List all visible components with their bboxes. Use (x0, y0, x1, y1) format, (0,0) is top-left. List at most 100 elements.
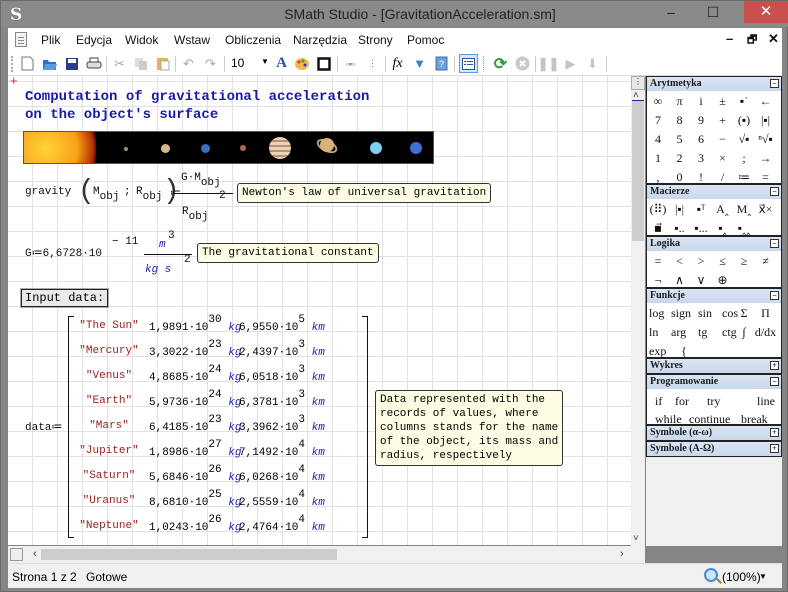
menu-narzedzia[interactable]: Narzędzia (293, 33, 347, 47)
object-radius[interactable]: 2,4764·104 km (239, 514, 325, 534)
data-variable[interactable]: data≔ (25, 420, 62, 434)
scroll-left-icon[interactable]: ‹ (33, 548, 37, 560)
align-horizontal-icon[interactable]: ▫▪▫ (342, 55, 359, 72)
panel-section-header[interactable]: Logika − (647, 237, 781, 251)
object-radius[interactable]: 6,3781·103 km (239, 389, 325, 409)
gravity-function-name[interactable]: gravity (25, 186, 71, 198)
panel-section-header[interactable]: Macierze − (647, 185, 781, 199)
collapse-icon[interactable]: − (770, 79, 779, 88)
close-button[interactable]: ✕ (744, 1, 788, 23)
play-icon[interactable]: ▶ (562, 55, 579, 72)
object-name[interactable]: "Uranus" (70, 495, 148, 507)
step-icon[interactable]: ⬇ (584, 55, 601, 72)
redo-icon[interactable]: ↷ (202, 55, 219, 72)
toolbar-grip[interactable] (11, 56, 13, 72)
symbol-button[interactable]: 6 (690, 132, 712, 147)
symbol-button[interactable]: , (647, 170, 669, 185)
symbol-button[interactable]: ∨ (690, 273, 712, 288)
symbol-button[interactable]: d/dx (755, 325, 777, 340)
menu-wstaw[interactable]: Wstaw (174, 33, 210, 47)
panel-section-header[interactable]: Symbole (α-ω) + (647, 426, 781, 440)
horizontal-scroll-thumb[interactable] (41, 549, 337, 560)
symbol-button[interactable]: × (712, 151, 734, 166)
object-name[interactable]: "Earth" (70, 395, 148, 407)
gravitational-constant-note[interactable]: The gravitational constant (197, 243, 379, 263)
symbol-button[interactable]: 7 (647, 113, 669, 128)
symbol-button[interactable]: ▪˙ (733, 94, 755, 109)
object-name[interactable]: "Neptune" (70, 520, 148, 532)
object-mass[interactable]: 5,6846·1026 kg (149, 464, 241, 484)
object-mass[interactable]: 6,4185·1023 kg (149, 414, 241, 434)
newton-law-note[interactable]: Newton's law of universal gravitation (237, 183, 492, 203)
object-mass[interactable]: 8,6810·1025 kg (149, 489, 241, 509)
horizontal-scrollbar[interactable]: ‹ › (8, 546, 631, 563)
doc-restore-button[interactable]: 🗗 (747, 31, 757, 50)
recalculate-icon[interactable]: ⟳ (492, 55, 509, 73)
symbol-button[interactable]: = (755, 170, 777, 185)
object-mass[interactable]: 1,0243·1026 kg (149, 514, 241, 534)
expand-icon[interactable]: + (770, 361, 779, 370)
symbol-button[interactable]: 2 (669, 151, 691, 166)
gravity-arg2[interactable]: Robj (136, 186, 162, 203)
object-mass[interactable]: 4,8685·1024 kg (149, 364, 241, 384)
program-keyword-button[interactable]: if (655, 394, 662, 409)
help-icon[interactable]: ? (433, 55, 450, 72)
menu-obliczenia[interactable]: Obliczenia (225, 33, 281, 47)
function-icon[interactable]: fx (389, 55, 406, 72)
menu-strony[interactable]: Strony (358, 33, 393, 47)
object-radius[interactable]: 6,9550·105 km (239, 314, 325, 334)
program-keyword-button[interactable]: for (675, 394, 689, 409)
worksheet[interactable]: + Computation of gravitational accelerat… (8, 76, 631, 545)
object-mass[interactable]: 3,3022·1023 kg (149, 339, 241, 359)
menu-widok[interactable]: Widok (125, 33, 158, 47)
function-button[interactable]: tg (698, 325, 707, 340)
fill-color-icon[interactable] (294, 55, 311, 72)
g-constant-value[interactable]: G≔6,6728·10 (25, 246, 102, 260)
symbol-button[interactable]: 4 (647, 132, 669, 147)
program-keyword-button[interactable]: try (707, 394, 720, 409)
zoom-icon[interactable] (704, 568, 718, 582)
symbol-button[interactable]: 8 (669, 113, 691, 128)
symbol-button[interactable]: ∫ (733, 325, 755, 340)
symbol-button[interactable]: 5 (669, 132, 691, 147)
split-handle-icon[interactable]: ⋮ (631, 76, 645, 90)
undo-icon[interactable]: ↶ (180, 55, 197, 72)
object-mass[interactable]: 1,8986·1027 kg (149, 439, 241, 459)
object-mass[interactable]: 5,9736·1024 kg (149, 389, 241, 409)
symbol-button[interactable]: A‸ (712, 202, 734, 217)
expand-icon[interactable]: + (770, 428, 779, 437)
document-menu-icon[interactable] (15, 32, 27, 47)
chevron-down-icon[interactable]: ▼ (759, 572, 767, 581)
panel-section-header[interactable]: Arytmetyka − (647, 77, 781, 91)
pause-icon[interactable]: ❚❚ (538, 55, 560, 72)
object-name[interactable]: "The Sun" (70, 320, 148, 332)
scroll-right-icon[interactable]: › (620, 548, 624, 560)
vertical-scrollbar[interactable]: ⋮ ˄ ˅ (631, 76, 645, 546)
function-button[interactable]: arg (671, 325, 686, 340)
symbol-button[interactable]: ± (712, 94, 734, 109)
chevron-down-icon[interactable]: ▼ (261, 57, 269, 66)
object-radius[interactable]: 2,4397·103 km (239, 339, 325, 359)
symbol-button[interactable]: < (669, 254, 691, 269)
function-button[interactable]: log (649, 306, 664, 321)
split-handle-icon[interactable] (10, 548, 23, 561)
symbol-button[interactable]: ! (690, 170, 712, 185)
panel-section-header[interactable]: Symbole (Α-Ω) + (647, 442, 781, 456)
fraction-denominator[interactable]: Robj (182, 206, 208, 223)
function-button[interactable]: ln (649, 325, 658, 340)
collapse-icon[interactable]: − (770, 239, 779, 248)
scroll-down-icon[interactable]: ˅ (633, 533, 639, 544)
symbol-button[interactable]: ≔ (733, 170, 755, 185)
symbol-button[interactable]: ▪‸‸ (733, 221, 755, 236)
object-radius[interactable]: 3,3962·103 km (239, 414, 325, 434)
object-radius[interactable]: 6,0518·103 km (239, 364, 325, 384)
collapse-icon[interactable]: − (770, 377, 779, 386)
function-button[interactable]: sign (671, 306, 691, 321)
symbol-button[interactable]: ¬ (647, 273, 669, 288)
symbol-button[interactable]: → (755, 151, 777, 166)
symbol-button[interactable]: + (712, 113, 734, 128)
save-icon[interactable] (63, 55, 80, 72)
align-vertical-icon[interactable]: ⋮ (364, 55, 381, 72)
symbol-button[interactable]: Π (755, 306, 777, 321)
vertical-scroll-thumb[interactable] (632, 101, 644, 241)
